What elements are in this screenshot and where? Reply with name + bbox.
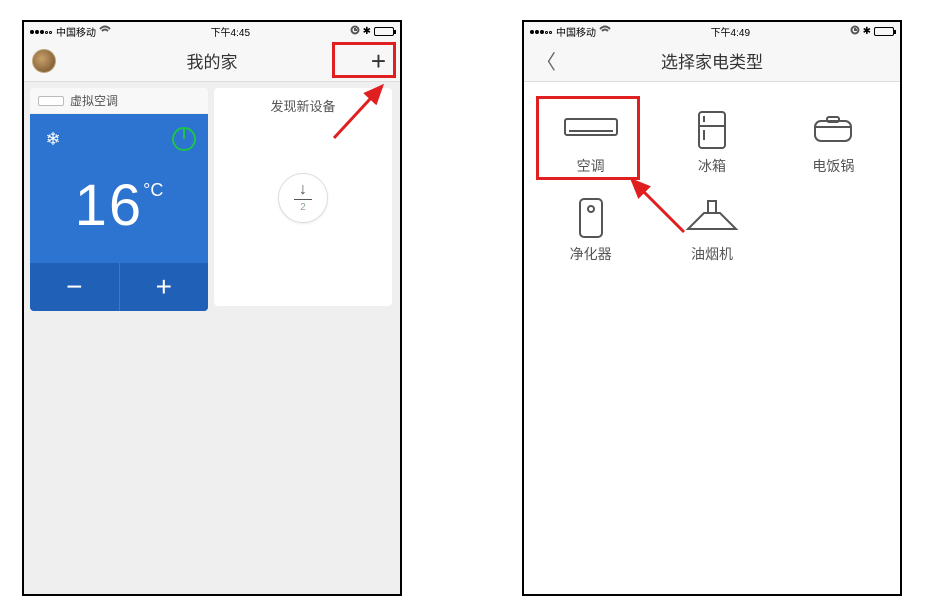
device-name-label: 虚拟空调 (70, 92, 118, 109)
tile-rice-cooker[interactable]: 电饭锅 (777, 102, 890, 182)
purifier-icon (563, 198, 619, 238)
tile-label: 净化器 (570, 244, 612, 264)
download-arrow-icon: ↓ (299, 183, 307, 197)
temperature-display: 16°C (30, 154, 208, 263)
tile-fridge[interactable]: 冰箱 (655, 102, 768, 182)
tile-range-hood[interactable]: 油烟机 (655, 190, 768, 270)
device-card-header: 虚拟空调 (30, 88, 208, 114)
signal-dots-icon (530, 26, 553, 37)
tile-purifier[interactable]: 净化器 (534, 190, 647, 270)
wifi-icon (599, 25, 611, 37)
battery-icon (874, 27, 894, 36)
bluetooth-icon: ✱ (863, 26, 871, 37)
page-title: 我的家 (187, 48, 238, 73)
ac-unit-icon (38, 96, 64, 106)
temperature-value: 16 (75, 173, 144, 238)
carrier-label: 中国移动 (56, 24, 96, 39)
fridge-icon (684, 110, 740, 150)
discover-card[interactable]: 发现新设备 ↓ 2 (214, 88, 392, 306)
phone-select-type: 中国移动 下午4:49 ✱ 〈 选择家电类型 空调 (522, 20, 902, 596)
temp-decrease-button[interactable]: − (30, 263, 119, 311)
rice-cooker-icon (805, 110, 861, 150)
temperature-unit: °C (143, 180, 163, 200)
temp-increase-button[interactable]: + (119, 263, 209, 311)
nav-bar: 我的家 + (24, 40, 400, 82)
page-title: 选择家电类型 (661, 48, 763, 73)
status-bar: 中国移动 下午4:49 ✱ (524, 22, 900, 40)
power-icon[interactable] (172, 127, 196, 151)
battery-icon (374, 27, 394, 36)
tile-label: 油烟机 (691, 244, 733, 264)
clock-label: 下午4:45 (211, 24, 250, 39)
nav-bar: 〈 选择家电类型 (524, 40, 900, 82)
phone-home: 中国移动 下午4:45 ✱ 我的家 + 虚拟空调 (22, 20, 402, 596)
alarm-icon (350, 25, 360, 38)
tile-label: 冰箱 (698, 156, 726, 176)
status-bar: 中国移动 下午4:45 ✱ (24, 22, 400, 40)
tile-air-conditioner[interactable]: 空调 (534, 102, 647, 182)
bluetooth-icon: ✱ (363, 26, 371, 37)
download-underline-icon (294, 199, 312, 200)
air-conditioner-icon (563, 110, 619, 150)
appliance-grid: 空调 冰箱 电饭锅 净化器 油烟机 (524, 82, 900, 594)
back-button[interactable]: 〈 (532, 46, 560, 75)
tile-label: 空调 (577, 156, 605, 176)
tile-label: 电饭锅 (812, 156, 854, 176)
alarm-icon (850, 25, 860, 38)
signal-dots-icon (30, 26, 53, 37)
add-device-button[interactable]: + (365, 48, 392, 74)
range-hood-icon (684, 198, 740, 238)
device-card-body: ❄ 16°C − + (30, 114, 208, 311)
discover-count: 2 (300, 202, 306, 213)
wifi-icon (99, 25, 111, 37)
avatar[interactable] (32, 49, 56, 73)
device-card-ac[interactable]: 虚拟空调 ❄ 16°C − + (30, 88, 208, 311)
carrier-label: 中国移动 (556, 24, 596, 39)
clock-label: 下午4:49 (711, 24, 750, 39)
snowflake-icon: ❄ (42, 128, 64, 150)
discover-title: 发现新设备 (270, 88, 335, 123)
download-button[interactable]: ↓ 2 (278, 173, 328, 223)
home-content: 虚拟空调 ❄ 16°C − + 发现新设备 ↓ (24, 82, 400, 317)
